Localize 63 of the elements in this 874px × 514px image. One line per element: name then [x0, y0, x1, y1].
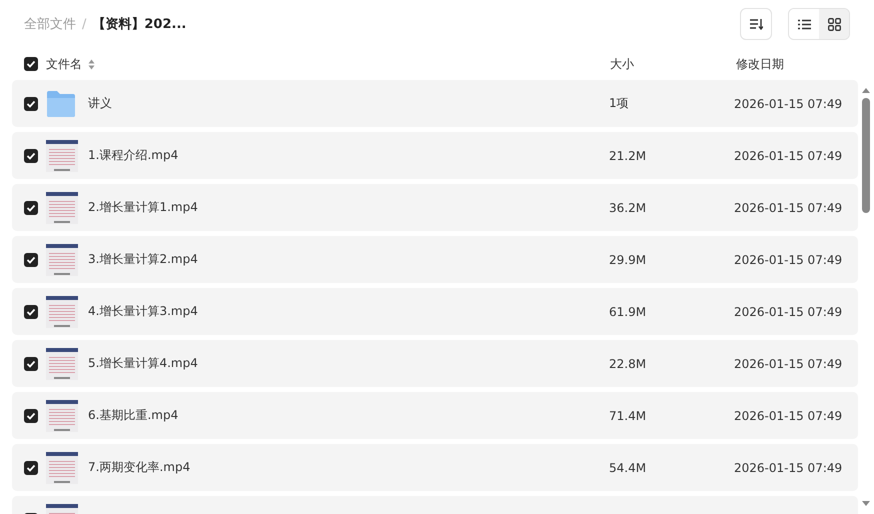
scroll-down-icon[interactable] — [861, 500, 871, 508]
file-size: 36.2M — [609, 200, 648, 214]
file-size: 54.4M — [609, 460, 648, 474]
list-view-icon — [798, 18, 810, 30]
file-row[interactable]: 5.增长量计算4.mp4 22.8M 2026-01-15 07:49 — [12, 340, 858, 387]
file-name: 5.增长量计算4.mp4 — [88, 355, 199, 372]
file-size: 21.2M — [609, 148, 648, 162]
modified-date: 2026-01-15 07:49 — [734, 96, 842, 110]
column-header[interactable]: 文件名 — [46, 56, 82, 72]
video-thumbnail — [46, 296, 78, 328]
video-thumbnail — [46, 348, 78, 380]
checkbox[interactable] — [24, 148, 38, 162]
checkbox[interactable] — [24, 304, 38, 318]
scroll-up-icon[interactable] — [861, 86, 871, 94]
modified-date: 2026-01-15 07:49 — [734, 408, 842, 422]
breadcrumb-separator: / — [82, 16, 86, 32]
scrollbar-thumb[interactable] — [862, 98, 870, 213]
file-size: 1项 — [609, 95, 630, 112]
file-size: 61.9M — [609, 304, 648, 318]
checkbox[interactable] — [24, 200, 38, 214]
modified-date: 2026-01-15 07:49 — [734, 200, 842, 214]
file-name: 4.增长量计算3.mp4 — [88, 303, 199, 320]
file-size: 22.8M — [609, 356, 648, 370]
video-thumbnail — [46, 140, 78, 172]
file-name: 3.增长量计算2.mp4 — [88, 251, 199, 268]
modified-date: 2026-01-15 07:49 — [734, 460, 842, 474]
video-thumbnail — [46, 244, 78, 276]
file-name: 2.增长量计算1.mp4 — [88, 199, 199, 216]
file-name: 6.基期比重.mp4 — [88, 407, 180, 424]
checkbox[interactable] — [24, 408, 38, 422]
file-row[interactable]: 讲义 1项 2026-01-15 07:49 — [12, 80, 858, 127]
video-thumbnail — [46, 192, 78, 224]
modified-date: 2026-01-15 07:49 — [734, 356, 842, 370]
column-header[interactable]: 修改日期 — [736, 56, 784, 72]
file-row[interactable]: 4.增长量计算3.mp4 61.9M 2026-01-15 07:49 — [12, 288, 858, 335]
sort-button[interactable] — [740, 8, 772, 40]
sort-icon — [749, 18, 763, 30]
file-size: 29.9M — [609, 252, 648, 266]
file-name: 7.两期变化率.mp4 — [88, 459, 192, 476]
column-header[interactable]: 大小 — [610, 56, 634, 72]
grid-view-icon — [828, 18, 840, 30]
file-name: 讲义 — [88, 95, 113, 112]
file-row[interactable]: 6.基期比重.mp4 71.4M 2026-01-15 07:49 — [12, 392, 858, 439]
modified-date: 2026-01-15 07:49 — [734, 304, 842, 318]
checkbox[interactable] — [24, 460, 38, 474]
file-row[interactable]: 7.两期变化率.mp4 54.4M 2026-01-15 07:49 — [12, 444, 858, 491]
checkbox[interactable] — [24, 57, 38, 71]
checkbox[interactable] — [24, 252, 38, 266]
sort-icon[interactable] — [88, 58, 95, 70]
video-thumbnail — [46, 400, 78, 432]
file-name: 1.课程介绍.mp4 — [88, 147, 180, 164]
breadcrumb-link[interactable]: 【资料】202... — [92, 15, 186, 33]
checkbox[interactable] — [24, 96, 38, 110]
grid-view-button[interactable] — [819, 9, 849, 39]
modified-date: 2026-01-15 07:49 — [734, 252, 842, 266]
file-row[interactable]: 3.增长量计算2.mp4 29.9M 2026-01-15 07:49 — [12, 236, 858, 283]
video-thumbnail — [46, 452, 78, 484]
checkbox[interactable] — [24, 356, 38, 370]
file-row[interactable]: 1.课程介绍.mp4 21.2M 2026-01-15 07:49 — [12, 132, 858, 179]
file-size: 71.4M — [609, 408, 648, 422]
file-row[interactable]: 2.增长量计算1.mp4 36.2M 2026-01-15 07:49 — [12, 184, 858, 231]
folder-icon — [46, 88, 78, 118]
modified-date: 2026-01-15 07:49 — [734, 148, 842, 162]
